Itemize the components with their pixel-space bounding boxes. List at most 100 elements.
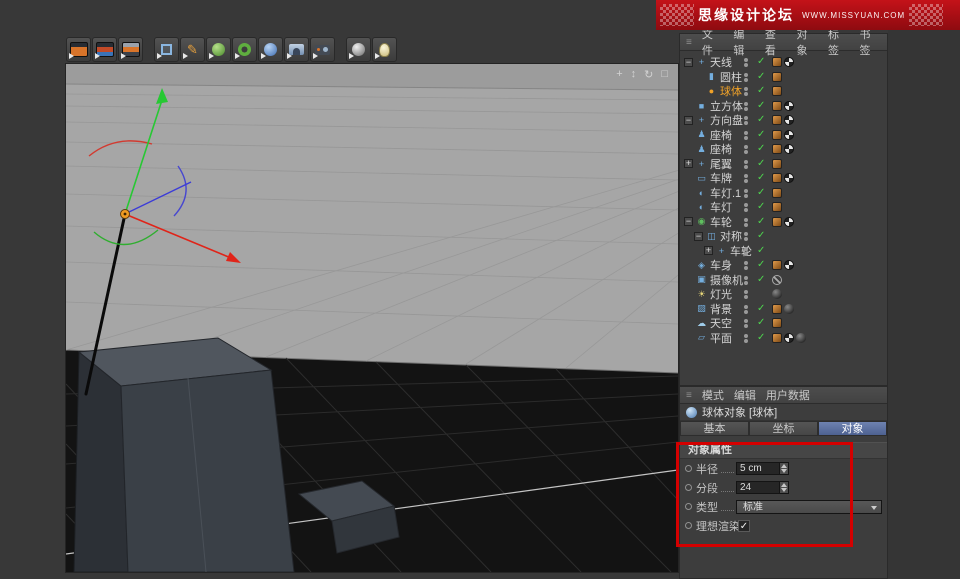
render-settings-button[interactable] [118,37,143,62]
menu-object[interactable]: 对象 [796,26,818,58]
tree-item[interactable]: ◈车身✓ [680,258,887,273]
tree-item[interactable]: −+天线✓ [680,55,887,70]
expand-toggle-icon[interactable]: + [704,246,713,255]
tab-object[interactable]: 对象 [818,421,887,436]
add-generator-button[interactable] [206,37,231,62]
phong-tag-icon[interactable] [772,130,782,140]
phong-tag-icon[interactable] [772,202,782,212]
enabled-check-icon[interactable]: ✓ [757,157,765,171]
expand-toggle-icon[interactable]: − [684,58,693,67]
menu-mode[interactable]: 模式 [702,387,724,403]
checker-tag-icon[interactable] [784,115,794,125]
enabled-check-icon[interactable]: ✓ [757,244,765,258]
pan-icon[interactable]: + [616,68,622,81]
tree-item[interactable]: −+方向盘✓ [680,113,887,128]
grip-icon[interactable]: ≡ [686,37,692,48]
visibility-dots[interactable] [744,290,748,299]
enabled-check-icon[interactable]: ✓ [757,229,765,243]
expand-toggle-icon[interactable]: + [684,159,693,168]
phong-tag-icon[interactable] [772,101,782,111]
checker-tag-icon[interactable] [784,260,794,270]
radius-stepper[interactable] [780,462,789,475]
checker-tag-icon[interactable] [784,57,794,67]
visibility-dots[interactable] [744,232,748,241]
enabled-check-icon[interactable]: ✓ [757,215,765,229]
add-spline-button[interactable]: ✎ [180,37,205,62]
visibility-dots[interactable] [744,58,748,67]
visibility-dots[interactable] [744,174,748,183]
visibility-dots[interactable] [744,218,748,227]
tree-item[interactable]: ♟座椅✓ [680,142,887,157]
menu-bookmarks[interactable]: 书签 [860,26,882,58]
tree-item[interactable]: ++尾翼✓ [680,157,887,172]
enabled-check-icon[interactable]: ✓ [757,171,765,185]
visibility-dots[interactable] [744,145,748,154]
phong-tag-icon[interactable] [772,318,782,328]
expand-toggle-icon[interactable]: − [684,217,693,226]
checker-tag-icon[interactable] [784,217,794,227]
compositing-tag-icon[interactable] [772,289,782,299]
enabled-check-icon[interactable]: ✓ [757,258,765,272]
visibility-dots[interactable] [744,189,748,198]
tree-item[interactable]: ■立方体✓ [680,99,887,114]
viewport-3d[interactable]: + ↕ ↻ □ [65,63,679,573]
visibility-dots[interactable] [744,87,748,96]
enabled-check-icon[interactable]: ✓ [757,316,765,330]
expand-toggle-icon[interactable]: − [684,116,693,125]
enabled-check-icon[interactable]: ✓ [757,186,765,200]
render-perfect-checkbox[interactable]: ✓ [738,520,750,532]
visibility-dots[interactable] [744,247,748,256]
keyframe-circle-icon[interactable] [685,484,692,491]
tree-item[interactable]: ☀灯光 [680,287,887,302]
add-light-button[interactable] [372,37,397,62]
phong-tag-icon[interactable] [772,260,782,270]
enabled-check-icon[interactable]: ✓ [757,84,765,98]
phong-tag-icon[interactable] [772,304,782,314]
phong-tag-icon[interactable] [772,217,782,227]
phong-tag-icon[interactable] [772,188,782,198]
phong-tag-icon[interactable] [772,72,782,82]
tree-item[interactable]: ▣摄像机✓ [680,273,887,288]
grip-icon[interactable]: ≡ [686,390,692,401]
expand-toggle-icon[interactable]: − [694,232,703,241]
keyframe-circle-icon[interactable] [685,503,692,510]
type-dropdown[interactable]: 标准 [736,500,882,514]
tree-item[interactable]: ++车轮✓ [680,244,887,259]
menu-edit[interactable]: 编辑 [733,26,755,58]
add-modeling-button[interactable] [284,37,309,62]
visibility-dots[interactable] [744,276,748,285]
menu-view[interactable]: 查看 [765,26,787,58]
enabled-check-icon[interactable]: ✓ [757,99,765,113]
tree-item[interactable]: ♟座椅✓ [680,128,887,143]
tree-item[interactable]: ●球体✓ [680,84,887,99]
enabled-check-icon[interactable]: ✓ [757,113,765,127]
keyframe-circle-icon[interactable] [685,522,692,529]
tree-item[interactable]: ◐车灯✓ [680,200,887,215]
enabled-check-icon[interactable]: ✓ [757,273,765,287]
enabled-check-icon[interactable]: ✓ [757,200,765,214]
menu-userdata[interactable]: 用户数据 [766,387,810,403]
add-camera-button[interactable] [310,37,335,62]
compositing-tag-icon[interactable] [784,304,794,314]
orbit-icon[interactable]: ↻ [644,68,653,81]
enabled-check-icon[interactable]: ✓ [757,142,765,156]
tab-basic[interactable]: 基本 [680,421,749,436]
checker-tag-icon[interactable] [784,144,794,154]
menu-file[interactable]: 文件 [702,26,724,58]
tree-item[interactable]: ▭车牌✓ [680,171,887,186]
visibility-dots[interactable] [744,203,748,212]
protect-tag-icon[interactable] [772,275,782,285]
render-view-button[interactable] [66,37,91,62]
tree-item[interactable]: ☁天空✓ [680,316,887,331]
add-floor-button[interactable] [346,37,371,62]
tree-item[interactable]: ▱平面✓ [680,331,887,346]
menu-edit[interactable]: 编辑 [734,387,756,403]
segments-stepper[interactable] [780,481,789,494]
visibility-dots[interactable] [744,116,748,125]
add-environment-button[interactable] [258,37,283,62]
tree-item[interactable]: ▮圆柱✓ [680,70,887,85]
phong-tag-icon[interactable] [772,173,782,183]
checker-tag-icon[interactable] [784,173,794,183]
enabled-check-icon[interactable]: ✓ [757,70,765,84]
visibility-dots[interactable] [744,334,748,343]
